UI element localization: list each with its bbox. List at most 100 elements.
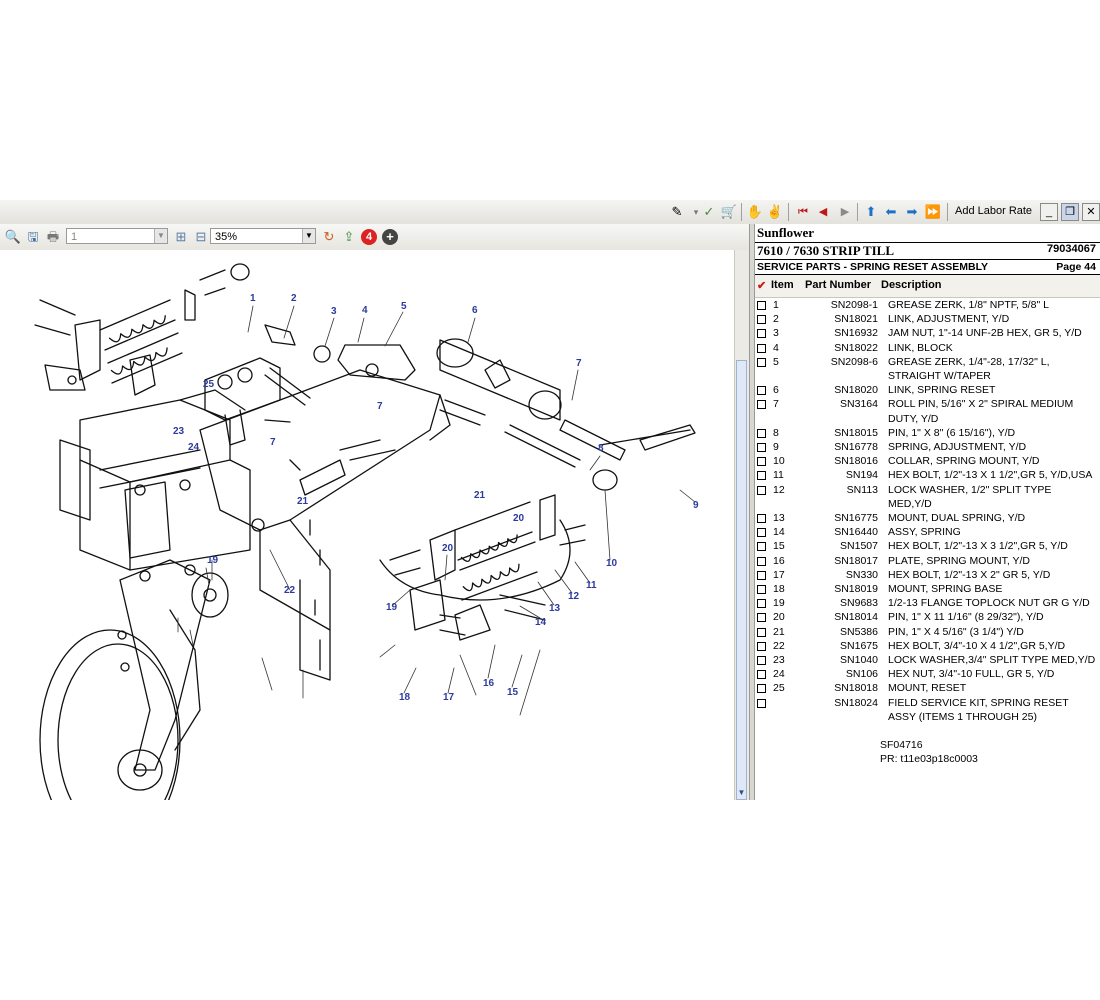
column-header-description[interactable]: Description — [881, 279, 942, 292]
row-checkbox[interactable] — [757, 599, 766, 609]
row-checkbox[interactable] — [757, 485, 766, 495]
restore-button[interactable]: ❐ — [1061, 203, 1079, 221]
row-checkbox[interactable] — [757, 641, 766, 651]
table-row[interactable]: 3 SN16932 JAM NUT, 1"-14 UNF-2B HEX, GR 5,… — [755, 326, 1100, 340]
row-checkbox[interactable] — [757, 329, 766, 339]
scrollbar-thumb[interactable] — [736, 360, 747, 800]
forward-arrow-icon[interactable]: ➡ — [903, 203, 921, 221]
table-row[interactable]: 25 SN18018 MOUNT, RESET — [755, 681, 1100, 695]
save-icon[interactable]: 🖫 — [24, 228, 42, 246]
chevron-down-icon[interactable]: ▼ — [154, 229, 167, 243]
page-number-combo[interactable]: 1 ▼ — [66, 228, 168, 244]
callout-label[interactable]: 14 — [535, 617, 546, 628]
callout-label[interactable]: 6 — [472, 305, 478, 316]
row-checkbox[interactable] — [757, 613, 766, 623]
add-icon[interactable]: + — [382, 229, 398, 245]
table-row[interactable]: 11 SN194 HEX BOLT, 1/2"-13 X 1 1/2",GR 5, … — [755, 468, 1100, 482]
table-row[interactable]: 17 SN330 HEX BOLT, 1/2"-13 X 2" GR 5, Y/D — [755, 568, 1100, 582]
scroll-down-icon[interactable]: ▼ — [736, 787, 747, 798]
table-row[interactable]: 24 SN106 HEX NUT, 3/4"-10 FULL, GR 5, Y/D — [755, 667, 1100, 681]
table-row[interactable]: 14 SN16440 ASSY, SPRING — [755, 525, 1100, 539]
callout-label[interactable]: 13 — [549, 603, 560, 614]
row-checkbox[interactable] — [757, 585, 766, 595]
row-checkbox[interactable] — [757, 315, 766, 325]
table-row[interactable]: 20 SN18014 PIN, 1" X 11 1/16" (8 29/32"), … — [755, 610, 1100, 624]
table-row[interactable]: 8 SN18015 PIN, 1" X 8" (6 15/16"), Y/D — [755, 426, 1100, 440]
row-checkbox[interactable] — [757, 357, 766, 367]
table-row[interactable]: 23 SN1040 LOCK WASHER,3/4" SPLIT TYPE MED,… — [755, 653, 1100, 667]
hands-icon[interactable]: ✋ — [746, 203, 764, 221]
callout-label[interactable]: 17 — [443, 692, 454, 703]
callout-label[interactable]: 8 — [598, 443, 604, 454]
callout-label[interactable]: 3 — [331, 306, 337, 317]
callout-label[interactable]: 2 — [291, 293, 297, 304]
row-checkbox[interactable] — [757, 443, 766, 453]
table-row[interactable]: 21 SN5386 PIN, 1" X 4 5/16" (3 1/4") Y/D — [755, 625, 1100, 639]
callout-label[interactable]: 7 — [576, 358, 582, 369]
callout-label[interactable]: 19 — [386, 602, 397, 613]
callout-label[interactable]: 22 — [284, 585, 295, 596]
checkmark-icon[interactable]: ✔ — [755, 279, 771, 292]
print-icon[interactable]: 🖶 — [44, 228, 62, 246]
table-row[interactable]: 19 SN9683 1/2-13 FLANGE TOPLOCK NUT GR G Y… — [755, 596, 1100, 610]
callout-label[interactable]: 7 — [270, 437, 276, 448]
row-checkbox[interactable] — [757, 471, 766, 481]
row-checkbox[interactable] — [757, 301, 766, 310]
zoom-in-icon[interactable]: ⊞ — [172, 228, 190, 246]
table-row[interactable]: 18 SN18019 MOUNT, SPRING BASE — [755, 582, 1100, 596]
row-checkbox[interactable] — [757, 570, 766, 580]
column-header-part-number[interactable]: Part Number — [805, 279, 881, 292]
diagram-scrollbar[interactable]: ▼ — [734, 250, 749, 800]
row-checkbox[interactable] — [757, 400, 766, 410]
table-row[interactable]: 15 SN1507 HEX BOLT, 1/2"-13 X 3 1/2",GR 5,… — [755, 539, 1100, 553]
up-arrow-icon[interactable]: ⬆ — [862, 203, 880, 221]
callout-label[interactable]: 1 — [250, 293, 256, 304]
table-row[interactable]: 9 SN16778 SPRING, ADJUSTMENT, Y/D — [755, 440, 1100, 454]
row-checkbox[interactable] — [757, 627, 766, 637]
callout-label[interactable]: 15 — [507, 687, 518, 698]
checkmark-icon[interactable]: ✓ — [700, 203, 718, 221]
cart-icon[interactable]: 🛒 — [720, 203, 738, 221]
zoom-out-icon[interactable]: ⊟ — [192, 228, 210, 246]
callout-label[interactable]: 4 — [362, 305, 368, 316]
add-labor-rate-button[interactable]: Add Labor Rate — [955, 205, 1032, 217]
callout-label[interactable]: 21 — [297, 496, 308, 507]
row-checkbox[interactable] — [757, 698, 766, 708]
previous-page-icon[interactable]: ◀ — [814, 203, 832, 221]
edit-icon[interactable]: ✎ — [668, 203, 686, 221]
row-checkbox[interactable] — [757, 542, 766, 552]
table-row[interactable]: 13 SN16775 MOUNT, DUAL SPRING, Y/D — [755, 511, 1100, 525]
row-checkbox[interactable] — [757, 343, 766, 353]
callout-label[interactable]: 11 — [586, 580, 597, 591]
row-checkbox[interactable] — [757, 528, 766, 538]
count-badge[interactable]: 4 — [361, 229, 377, 245]
back-arrow-icon[interactable]: ⬅ — [882, 203, 900, 221]
callout-label[interactable]: 19 — [207, 555, 218, 566]
table-row[interactable]: 10 SN18016 COLLAR, SPRING MOUNT, Y/D — [755, 454, 1100, 468]
search-icon[interactable]: 🔍 — [4, 228, 22, 246]
table-row[interactable]: 2 SN18021 LINK, ADJUSTMENT, Y/D — [755, 312, 1100, 326]
row-checkbox[interactable] — [757, 457, 766, 467]
table-row[interactable]: 12 SN113 LOCK WASHER, 1/2" SPLIT TYPE MED,… — [755, 483, 1100, 511]
first-page-icon[interactable]: ⏮ — [794, 203, 812, 221]
callout-label[interactable]: 18 — [399, 692, 410, 703]
chevron-down-icon[interactable]: ▼ — [302, 229, 315, 243]
row-checkbox[interactable] — [757, 656, 766, 666]
callout-label[interactable]: 20 — [442, 543, 453, 554]
row-checkbox[interactable] — [757, 556, 766, 566]
row-checkbox[interactable] — [757, 670, 766, 680]
table-row[interactable]: 16 SN18017 PLATE, SPRING MOUNT, Y/D — [755, 554, 1100, 568]
table-row[interactable]: 4 SN18022 LINK, BLOCK — [755, 341, 1100, 355]
row-checkbox[interactable] — [757, 386, 766, 396]
next-page-icon[interactable]: ▶ — [836, 203, 854, 221]
callout-label[interactable]: 7 — [377, 401, 383, 412]
row-checkbox[interactable] — [757, 428, 766, 438]
row-checkbox[interactable] — [757, 514, 766, 524]
callout-label[interactable]: 25 — [203, 379, 214, 390]
table-row[interactable]: 22 SN1675 HEX BOLT, 3/4"-10 X 4 1/2",GR 5,… — [755, 639, 1100, 653]
minimize-button[interactable]: _ — [1040, 203, 1058, 221]
callout-label[interactable]: 16 — [483, 678, 494, 689]
table-row[interactable]: SN18024 FIELD SERVICE KIT, SPRING RESET A… — [755, 696, 1100, 724]
callout-label[interactable]: 12 — [568, 591, 579, 602]
callout-label[interactable]: 23 — [173, 426, 184, 437]
